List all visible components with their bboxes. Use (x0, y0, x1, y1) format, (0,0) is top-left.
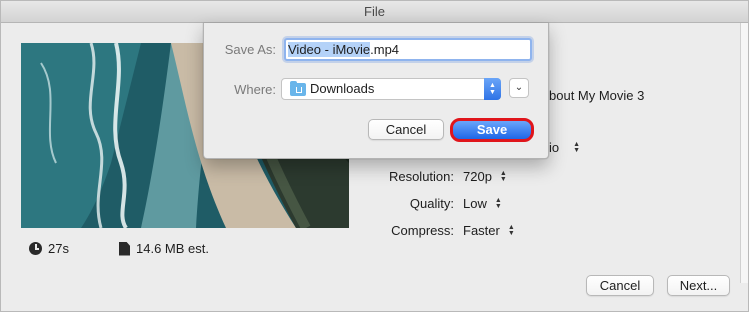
resolution-stepper-icon: ▲ ▼ (499, 169, 507, 183)
quality-value: Low (463, 196, 487, 211)
where-label: Where: (234, 82, 276, 97)
clock-icon (29, 242, 42, 255)
format-stepper-icon[interactable]: ▲ ▼ (573, 141, 580, 154)
compress-popup[interactable]: Faster ▲ ▼ (463, 223, 515, 238)
resolution-popup[interactable]: 720p ▲ ▼ (463, 169, 507, 184)
file-icon (119, 241, 130, 256)
size-text: 14.6 MB est. (136, 241, 209, 256)
expand-chevron-button[interactable]: ⌄ (509, 78, 529, 98)
filename-selected-text: Video - iMovie (288, 42, 371, 57)
where-popup[interactable]: Downloads ▲ ▼ (281, 78, 501, 100)
compress-value: Faster (463, 223, 500, 238)
chevron-down-icon: ⌄ (514, 82, 524, 93)
window-edge (740, 23, 748, 283)
share-file-window: File 27s 14.6 MB est. bout My Movie 3 io… (0, 0, 749, 312)
quality-label: Quality: (409, 196, 454, 211)
save-as-label: Save As: (224, 42, 276, 57)
filename-extension: .mp4 (370, 42, 400, 57)
format-field-fragment: io ▲ ▼ (549, 140, 580, 155)
popup-arrows-icon: ▲ ▼ (484, 78, 501, 100)
filename-input[interactable]: Video - iMovie.mp4 (284, 38, 532, 61)
format-value-fragment: io (549, 140, 560, 155)
compress-stepper-icon: ▲ ▼ (507, 223, 515, 237)
title-field-fragment: bout My Movie 3 (549, 88, 645, 103)
resolution-value: 720p (463, 169, 492, 184)
duration-info: 27s (29, 241, 69, 256)
quality-popup[interactable]: Low ▲ ▼ (463, 196, 502, 211)
next-button[interactable]: Next... (667, 275, 730, 296)
cancel-button[interactable]: Cancel (586, 275, 654, 296)
quality-stepper-icon: ▲ ▼ (494, 196, 502, 210)
save-button[interactable]: Save (450, 118, 534, 142)
compress-label: Compress: (391, 223, 454, 238)
resolution-label: Resolution: (388, 169, 454, 184)
size-info: 14.6 MB est. (119, 241, 209, 256)
duration-text: 27s (48, 241, 69, 256)
save-sheet: Save As: Video - iMovie.mp4 Where: Downl… (203, 23, 549, 159)
sheet-cancel-button[interactable]: Cancel (368, 119, 444, 140)
window-title: File (1, 1, 748, 23)
downloads-folder-icon (290, 81, 306, 96)
where-value: Downloads (310, 81, 375, 96)
